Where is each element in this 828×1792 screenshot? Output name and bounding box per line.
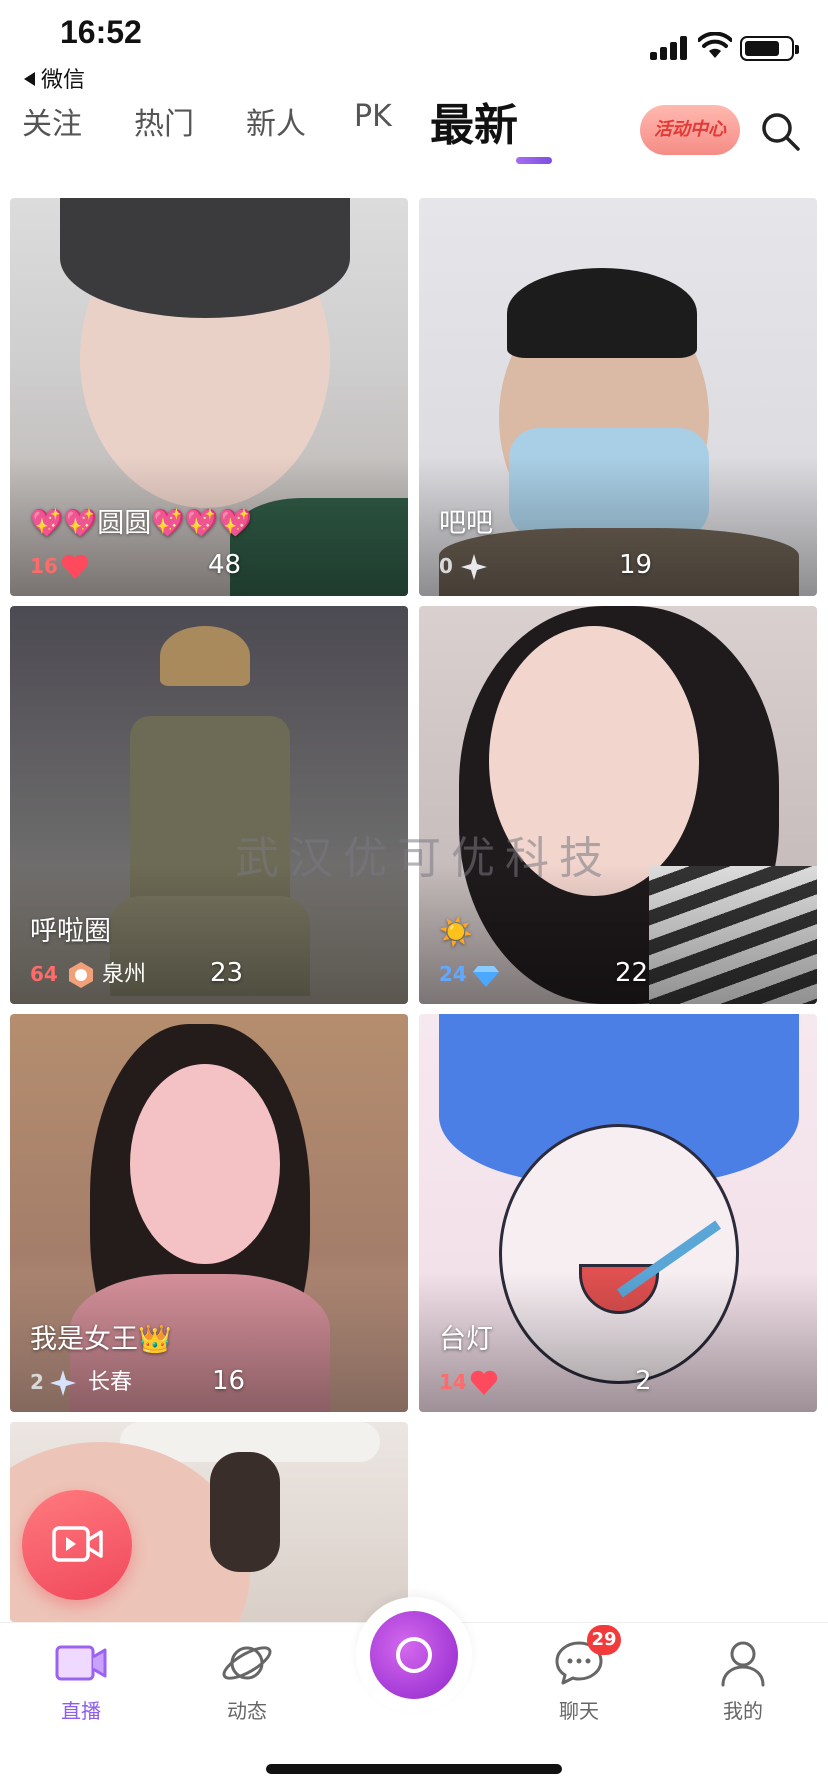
user-level: 16	[30, 554, 58, 578]
stream-card[interactable]: 台灯 14 2	[419, 1014, 817, 1412]
camera-record-icon	[370, 1611, 458, 1699]
back-app-label: 微信	[41, 68, 86, 93]
nav-live[interactable]: 直播	[26, 1635, 136, 1724]
streamer-name: 我是女王👑	[30, 1324, 172, 1355]
home-indicator	[266, 1764, 562, 1774]
sparkle-badge-icon	[461, 554, 487, 580]
category-tabs: 关注 热门 新人 PK 最新 活动中心	[0, 95, 828, 175]
stream-card[interactable]: 吧吧 0 19	[419, 198, 817, 596]
unread-count-badge: 29	[587, 1625, 621, 1655]
cellular-signal-icon	[650, 36, 690, 60]
user-level: 64	[30, 962, 58, 986]
viewer-count: 16	[212, 1366, 246, 1396]
diamond-badge-icon	[473, 966, 499, 987]
user-level: 14	[439, 1370, 467, 1394]
tab-latest[interactable]: 最新	[430, 89, 518, 153]
back-to-wechat-link[interactable]: 微信	[24, 62, 85, 94]
wifi-icon	[698, 32, 732, 58]
streamer-name: 吧吧	[439, 508, 493, 539]
heart-badge-icon	[470, 1370, 498, 1395]
nav-feed[interactable]: 动态	[192, 1635, 302, 1724]
active-tab-indicator	[516, 157, 552, 164]
nav-me-label: 我的	[723, 1699, 763, 1723]
tab-follow[interactable]: 关注	[22, 99, 82, 143]
viewer-count: 48	[208, 550, 242, 580]
nav-me[interactable]: 我的	[688, 1635, 798, 1724]
stream-card[interactable]: ☀️ 24 22	[419, 606, 817, 1004]
streamer-name: 台灯	[439, 1324, 493, 1355]
video-camera-icon	[52, 1526, 103, 1562]
streamer-name: 💖💖圆圆💖💖💖	[30, 508, 253, 539]
status-bar: 16:52 微信	[0, 0, 828, 93]
sparkle-badge-icon	[50, 1370, 76, 1396]
stream-card[interactable]: 💖💖圆圆💖💖💖 16 48	[10, 198, 408, 596]
emblem-badge-icon	[69, 962, 93, 988]
tab-pk[interactable]: PK	[354, 99, 392, 134]
streamer-name: 呼啦圈	[30, 916, 111, 947]
streamer-name: ☀️	[439, 917, 473, 948]
user-level: 24	[439, 962, 467, 986]
streamer-city: 泉州	[102, 962, 147, 987]
planet-icon	[222, 1646, 272, 1680]
user-level: 2	[30, 1370, 44, 1394]
back-arrow-icon	[24, 72, 35, 86]
nav-chat-label: 聊天	[559, 1699, 599, 1723]
live-video-icon	[55, 1645, 107, 1681]
nav-live-label: 直播	[61, 1699, 101, 1723]
stream-card[interactable]: 我是女王👑 2 长春 16	[10, 1014, 408, 1412]
nav-feed-label: 动态	[227, 1699, 267, 1723]
tab-newcomer[interactable]: 新人	[246, 99, 306, 143]
viewer-count: 23	[210, 958, 244, 988]
viewer-count: 19	[619, 550, 653, 580]
tab-hot[interactable]: 热门	[134, 99, 194, 143]
heart-badge-icon	[61, 554, 89, 579]
activity-center-button[interactable]: 活动中心	[640, 105, 740, 155]
status-time: 16:52	[60, 14, 142, 50]
viewer-count: 2	[635, 1366, 652, 1396]
viewer-count: 22	[615, 958, 649, 988]
center-record-button[interactable]	[356, 1597, 472, 1713]
search-icon[interactable]	[758, 109, 802, 153]
user-level: 0	[439, 554, 453, 578]
stream-card[interactable]: 呼啦圈 64 泉州 23	[10, 606, 408, 1004]
nav-chat[interactable]: 29 聊天	[524, 1625, 634, 1724]
watermark-text: 武汉优可优科技	[235, 833, 613, 884]
profile-icon	[721, 1641, 765, 1687]
battery-icon	[740, 36, 799, 61]
start-live-button[interactable]	[22, 1490, 132, 1600]
streamer-city: 长春	[88, 1370, 133, 1395]
streamer-photo	[130, 1064, 280, 1264]
